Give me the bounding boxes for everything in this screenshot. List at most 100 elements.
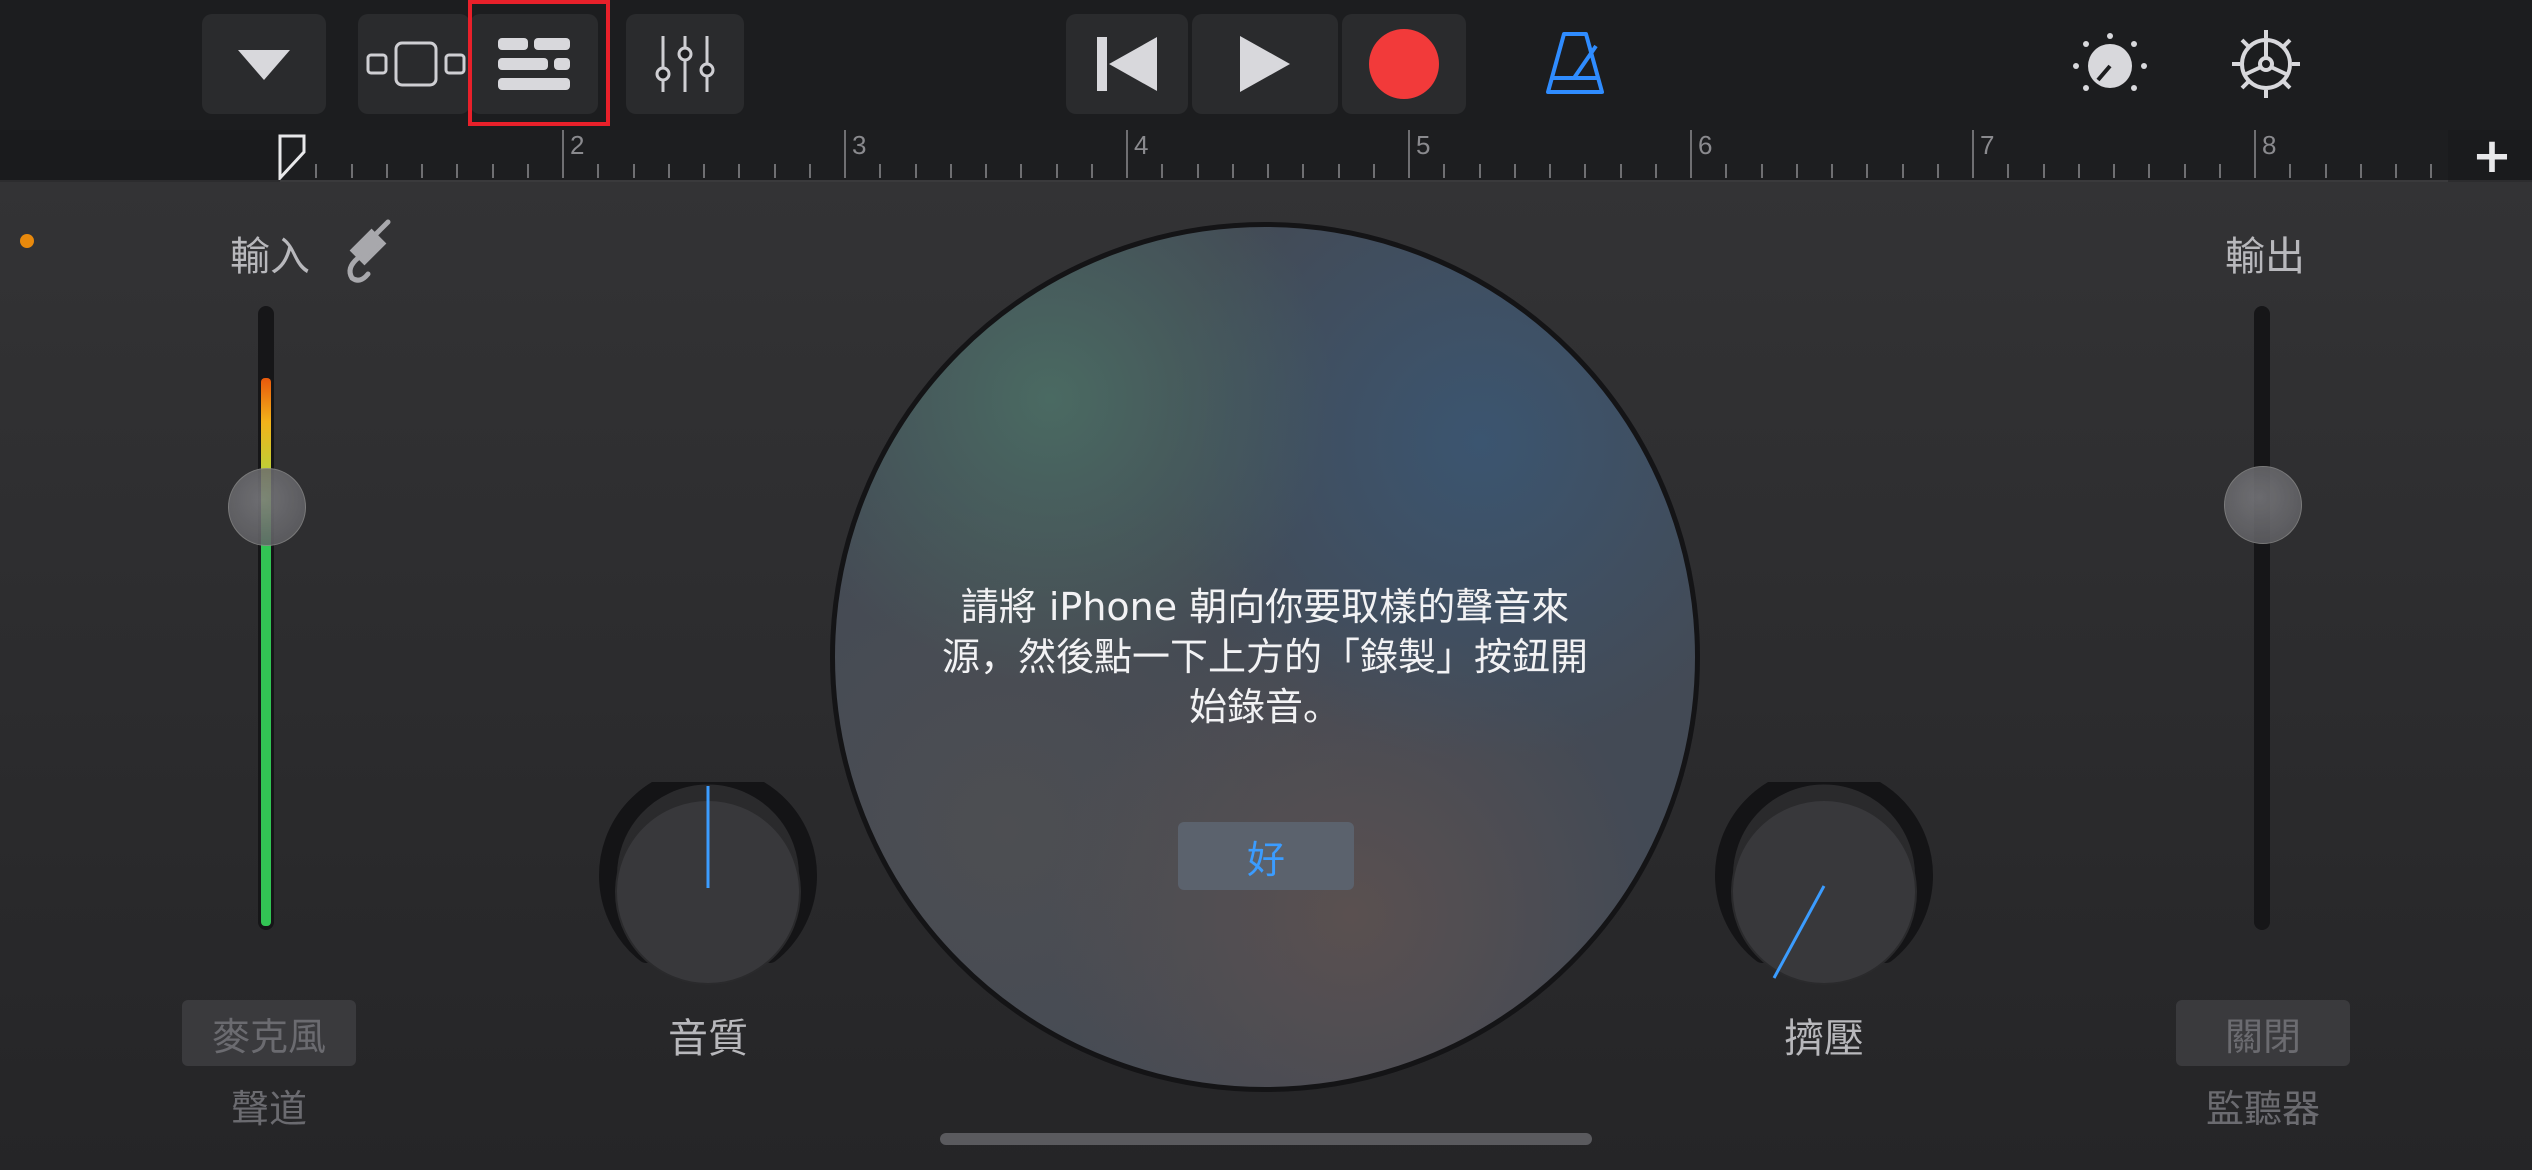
ruler-tick: [1972, 130, 1974, 178]
dialog-message: 請將 iPhone 朝向你要取樣的聲音來源，然後點一下上方的「錄製」按鈕開始錄音…: [941, 585, 1588, 729]
highlight-box: [468, 0, 610, 126]
ruler-bar-number: 8: [2262, 130, 2277, 160]
ruler-tick: [1796, 164, 1798, 178]
ruler-tick: [1549, 164, 1551, 178]
input-level-meter: [258, 306, 274, 930]
master-knob-icon: [2073, 33, 2147, 91]
ruler-tick: [1655, 164, 1657, 178]
ruler-tick: [1302, 164, 1304, 178]
ruler-tick: [1020, 164, 1022, 178]
ruler-tick: [703, 164, 705, 178]
ruler-tick: [1197, 164, 1199, 178]
ruler-tick: [1761, 164, 1763, 178]
ruler-tick: [2395, 164, 2397, 178]
compressor-knob[interactable]: [1714, 782, 1934, 1002]
ruler-tick: [2184, 164, 2186, 178]
tracks-view-button[interactable]: [358, 14, 470, 114]
ruler-tick: [351, 164, 353, 178]
ruler-tick: [1831, 164, 1833, 178]
ruler-tick: [1338, 164, 1340, 178]
ruler-tick: [2113, 164, 2115, 178]
ruler-tick: [2148, 164, 2150, 178]
ruler-tick: [1725, 164, 1727, 178]
ruler-bar-number: 4: [1134, 130, 1149, 160]
ruler-tick: [1584, 164, 1586, 178]
ruler-tick: [421, 164, 423, 178]
quality-label: 音質: [668, 1016, 748, 1062]
ruler-bar-number: 2: [570, 130, 585, 160]
tracks-view-icon: [366, 41, 466, 87]
ruler-tick: [1902, 164, 1904, 178]
input-jack-icon[interactable]: [340, 216, 396, 284]
ruler-tick: [1161, 164, 1163, 178]
ruler-tick: [2430, 164, 2432, 178]
mixer-button[interactable]: [626, 14, 744, 114]
input-level-fill: [261, 378, 271, 926]
chevron-down-icon: [238, 50, 290, 80]
ruler-tick: [2043, 164, 2045, 178]
ruler-tick: [2360, 164, 2362, 178]
ruler-tick: [1091, 164, 1093, 178]
play-icon: [1240, 36, 1290, 92]
ruler-tick: [915, 164, 917, 178]
ruler-tick: [1056, 164, 1058, 178]
ruler-tick: [844, 130, 846, 178]
ruler-tick: [2078, 164, 2080, 178]
output-label: 輸出: [2225, 234, 2305, 280]
play-button[interactable]: [1192, 14, 1338, 114]
ruler-tick: [738, 164, 740, 178]
ruler-tick: [2325, 164, 2327, 178]
ruler-tick: [1267, 164, 1269, 178]
ruler-tick: [1232, 164, 1234, 178]
timeline-ruler[interactable]: + 2 3 4 5 6 7 8: [0, 128, 2532, 184]
rewind-button[interactable]: [1066, 14, 1188, 114]
ruler-bar-number: 7: [1980, 130, 1995, 160]
ruler-tick: [2289, 164, 2291, 178]
mixer-icon: [655, 36, 715, 92]
ok-button[interactable]: 好: [1178, 822, 1354, 890]
status-dot: [20, 234, 34, 248]
rewind-icon: [1097, 37, 1157, 91]
record-button[interactable]: [1342, 14, 1466, 114]
ruler-tick: [1866, 164, 1868, 178]
ruler-tick: [527, 164, 529, 178]
ruler-tick: [2007, 164, 2009, 178]
ruler-tick: [1126, 130, 1128, 178]
ruler-tick: [668, 164, 670, 178]
input-level-slider[interactable]: [228, 468, 306, 546]
add-section-button[interactable]: +: [2452, 128, 2532, 184]
ruler-tick: [2219, 164, 2221, 178]
ruler-tick: [1479, 164, 1481, 178]
master-effects-button[interactable]: [2070, 30, 2150, 100]
settings-gear-icon: [2232, 30, 2300, 98]
ruler-tick: [1690, 130, 1692, 178]
metronome-button[interactable]: [1540, 28, 1610, 98]
monitor-toggle-button[interactable]: 關閉: [2176, 1000, 2350, 1066]
quality-knob[interactable]: [598, 782, 818, 1002]
my-songs-button[interactable]: [202, 14, 326, 114]
ruler-tick: [492, 164, 494, 178]
input-channel-button[interactable]: 麥克風: [182, 1000, 356, 1066]
ruler-tick: [562, 130, 564, 178]
ruler-tick: [1514, 164, 1516, 178]
ruler-tick: [950, 164, 952, 178]
control-bar: [0, 0, 2532, 130]
ruler-tick: [1443, 164, 1445, 178]
ruler-tick: [456, 164, 458, 178]
ruler-tick: [597, 164, 599, 178]
ruler-tick: [2254, 130, 2256, 178]
playhead-icon[interactable]: [278, 134, 308, 180]
record-icon: [1369, 29, 1439, 99]
ruler-tick: [386, 164, 388, 178]
input-channel-caption: 聲道: [230, 1087, 307, 1131]
output-level-slider[interactable]: [2224, 466, 2302, 544]
ruler-tick: [315, 164, 317, 178]
ruler-tick: [809, 164, 811, 178]
ruler-track[interactable]: [280, 130, 2448, 182]
ruler-bar-number: 6: [1698, 130, 1713, 160]
monitor-caption: 監聽器: [2205, 1087, 2320, 1131]
ruler-tick: [1937, 164, 1939, 178]
settings-button[interactable]: [2230, 28, 2302, 100]
ruler-bar-number: 3: [852, 130, 867, 160]
ruler-tick: [633, 164, 635, 178]
